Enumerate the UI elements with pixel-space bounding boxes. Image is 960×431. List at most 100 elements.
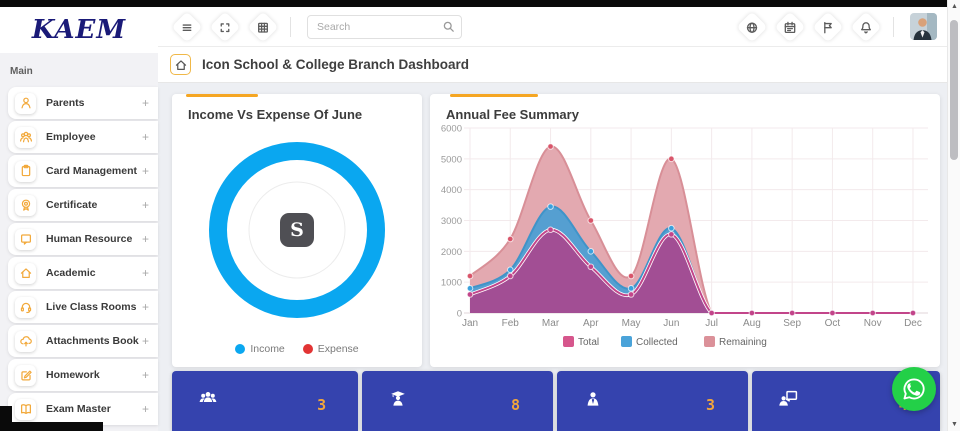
topbar-left-group <box>168 16 282 38</box>
home-icon <box>15 263 36 284</box>
svg-text:5000: 5000 <box>441 154 462 165</box>
income-expense-donut-chart: S <box>202 140 392 320</box>
sidebar-item-label: Certificate <box>46 199 97 211</box>
scroll-down-arrow[interactable]: ▼ <box>948 421 960 428</box>
svg-text:Jun: Jun <box>663 318 679 329</box>
sidebar: KAEM Main Parents+Employee+Card Manageme… <box>0 7 158 431</box>
sidebar-item-homework[interactable]: Homework + <box>8 359 158 391</box>
svg-text:2000: 2000 <box>441 247 462 258</box>
sidebar-item-human-resource[interactable]: Human Resource + <box>8 223 158 255</box>
svg-text:Mar: Mar <box>542 318 560 329</box>
topbar-right-group <box>733 13 937 40</box>
page-title: Icon School & College Branch Dashboard <box>202 57 469 72</box>
divider <box>893 17 894 37</box>
sidebar-item-parents[interactable]: Parents + <box>8 87 158 119</box>
stat-value: 3 <box>317 396 326 414</box>
bell-button[interactable] <box>850 11 881 42</box>
stat-card-1[interactable]: 3 <box>172 371 358 431</box>
sidebar-item-label: Academic <box>46 267 96 279</box>
svg-text:S: S <box>290 219 304 241</box>
bell-icon <box>859 19 874 34</box>
fee-card-title: Annual Fee Summary <box>430 94 940 122</box>
svg-text:4000: 4000 <box>441 185 462 196</box>
svg-text:Dec: Dec <box>904 318 922 329</box>
expand-plus-icon[interactable]: + <box>142 300 149 314</box>
svg-text:Jan: Jan <box>462 318 478 329</box>
whatsapp-button[interactable] <box>892 367 936 411</box>
svg-text:3000: 3000 <box>441 216 462 227</box>
expand-plus-icon[interactable]: + <box>142 368 149 382</box>
globe-icon <box>745 19 760 34</box>
expand-plus-icon[interactable]: + <box>142 334 149 348</box>
certificate-icon <box>15 195 36 216</box>
search-input[interactable] <box>307 15 462 39</box>
svg-text:Aug: Aug <box>743 318 761 329</box>
sidebar-item-academic[interactable]: Academic + <box>8 257 158 289</box>
menu-button[interactable] <box>171 11 202 42</box>
svg-text:Oct: Oct <box>825 318 841 329</box>
calendar-icon <box>783 19 798 34</box>
annual-fee-area-chart: 0100020003000400050006000JanFebMarAprMay… <box>436 122 934 362</box>
expand-plus-icon[interactable]: + <box>142 198 149 212</box>
expand-plus-icon[interactable]: + <box>142 164 149 178</box>
screen-artifact <box>0 422 103 431</box>
svg-text:Remaining: Remaining <box>719 337 767 348</box>
sidebar-item-label: Live Class Rooms <box>46 301 136 313</box>
graduate-solid-icon <box>388 390 426 420</box>
expand-plus-icon[interactable]: + <box>142 266 149 280</box>
apps-button[interactable] <box>247 11 278 42</box>
sidebar-item-label: Card Management <box>46 165 137 177</box>
svg-text:Collected: Collected <box>636 337 678 348</box>
svg-text:Nov: Nov <box>864 318 882 329</box>
stat-card-3[interactable]: 3 <box>557 371 748 431</box>
fullscreen-icon <box>218 19 233 34</box>
flag-button[interactable] <box>812 11 843 42</box>
brand-logo[interactable]: KAEM <box>0 7 158 53</box>
user-avatar[interactable] <box>910 13 937 40</box>
card-accent <box>186 94 258 97</box>
menu-icon <box>180 19 195 34</box>
topbar <box>158 7 947 47</box>
stat-value: 3 <box>706 396 715 414</box>
presenter-solid-icon <box>778 390 816 420</box>
scroll-up-arrow[interactable]: ▲ <box>948 3 960 10</box>
person-solid-icon <box>583 390 621 420</box>
window-top-strip <box>0 0 947 7</box>
sidebar-item-label: Homework <box>46 369 100 381</box>
sidebar-item-attachments-book[interactable]: Attachments Book+ <box>8 325 158 357</box>
clipboard-icon <box>15 161 36 182</box>
home-icon <box>174 58 188 72</box>
sidebar-item-employee[interactable]: Employee+ <box>8 121 158 153</box>
stat-card-2[interactable]: 8 <box>362 371 553 431</box>
svg-text:Apr: Apr <box>583 318 599 329</box>
sidebar-menu: Parents+Employee+Card Management+Certifi… <box>0 87 158 425</box>
sidebar-section-label: Main <box>10 66 158 77</box>
svg-text:Total: Total <box>578 337 599 348</box>
globe-button[interactable] <box>736 11 767 42</box>
sidebar-item-label: Human Resource <box>46 233 132 245</box>
svg-text:Sep: Sep <box>783 318 801 329</box>
fullscreen-button[interactable] <box>209 11 240 42</box>
legend-dot <box>235 344 245 354</box>
expand-plus-icon[interactable]: + <box>142 402 149 416</box>
sidebar-item-live-class-rooms[interactable]: Live Class Rooms + <box>8 291 158 323</box>
sidebar-item-label: Parents <box>46 97 85 109</box>
sidebar-item-card-management[interactable]: Card Management + <box>8 155 158 187</box>
apps-icon <box>256 19 271 34</box>
scrollbar-thumb[interactable] <box>950 20 958 160</box>
expand-plus-icon[interactable]: + <box>142 232 149 246</box>
annual-fee-card: Annual Fee Summary 010002000300040005000… <box>430 94 940 367</box>
expand-plus-icon[interactable]: + <box>142 96 149 110</box>
sidebar-item-exam-master[interactable]: Exam Master+ <box>8 393 158 425</box>
home-button[interactable] <box>170 54 191 75</box>
svg-text:Jul: Jul <box>705 318 718 329</box>
whatsapp-icon <box>901 376 927 402</box>
pencil-square-icon <box>15 365 36 386</box>
people-group-solid-icon <box>198 390 236 420</box>
income-expense-card: Income Vs Expense Of June S IncomeExpens… <box>172 94 422 367</box>
sidebar-item-certificate[interactable]: Certificate + <box>8 189 158 221</box>
calendar-button[interactable] <box>774 11 805 42</box>
svg-text:1000: 1000 <box>441 278 462 289</box>
svg-text:May: May <box>622 318 641 329</box>
expand-plus-icon[interactable]: + <box>142 130 149 144</box>
